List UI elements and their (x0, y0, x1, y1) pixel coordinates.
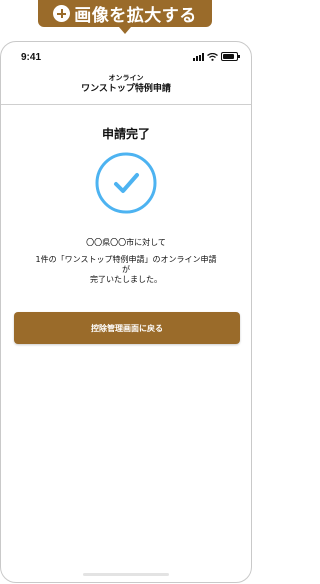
phone-frame: 9:41 オンライン ワンストップ特例申請 申請完了 〇〇県〇〇市に対して 1件… (0, 41, 252, 583)
nav-header: オンライン ワンストップ特例申請 (1, 68, 251, 105)
signal-icon (193, 52, 204, 61)
completion-message-line1: 〇〇県〇〇市に対して (86, 238, 166, 247)
completion-message-line4: 完了いたしました。 (90, 275, 162, 284)
screen: 画像を拡大する 9:41 オンライン ワンストップ特例申請 申請完了 〇〇県〇〇… (0, 0, 252, 584)
battery-icon (221, 52, 240, 61)
completion-message-line2: 1件の「ワンストップ特例申請」のオンライン申請 (35, 255, 217, 264)
wifi-icon (207, 52, 218, 61)
completion-message-line3: が (122, 265, 130, 274)
zoom-image-label: 画像を拡大する (74, 6, 197, 26)
check-circle-icon (94, 151, 158, 215)
completion-message: 1件の「ワンストップ特例申請」のオンライン申請 が 完了いたしました。 (1, 255, 251, 285)
status-icons (193, 52, 240, 61)
plus-circle-icon (53, 5, 71, 22)
zoom-image-button[interactable]: 画像を拡大する (38, 0, 212, 34)
status-time: 9:41 (21, 52, 42, 63)
page-title: 申請完了 (101, 127, 150, 141)
nav-small-title: オンライン (108, 74, 144, 82)
return-to-deduction-management-button[interactable]: 控除管理画面に戻る (14, 312, 240, 344)
home-indicator (83, 573, 169, 576)
nav-title: ワンストップ特例申請 (81, 84, 171, 94)
